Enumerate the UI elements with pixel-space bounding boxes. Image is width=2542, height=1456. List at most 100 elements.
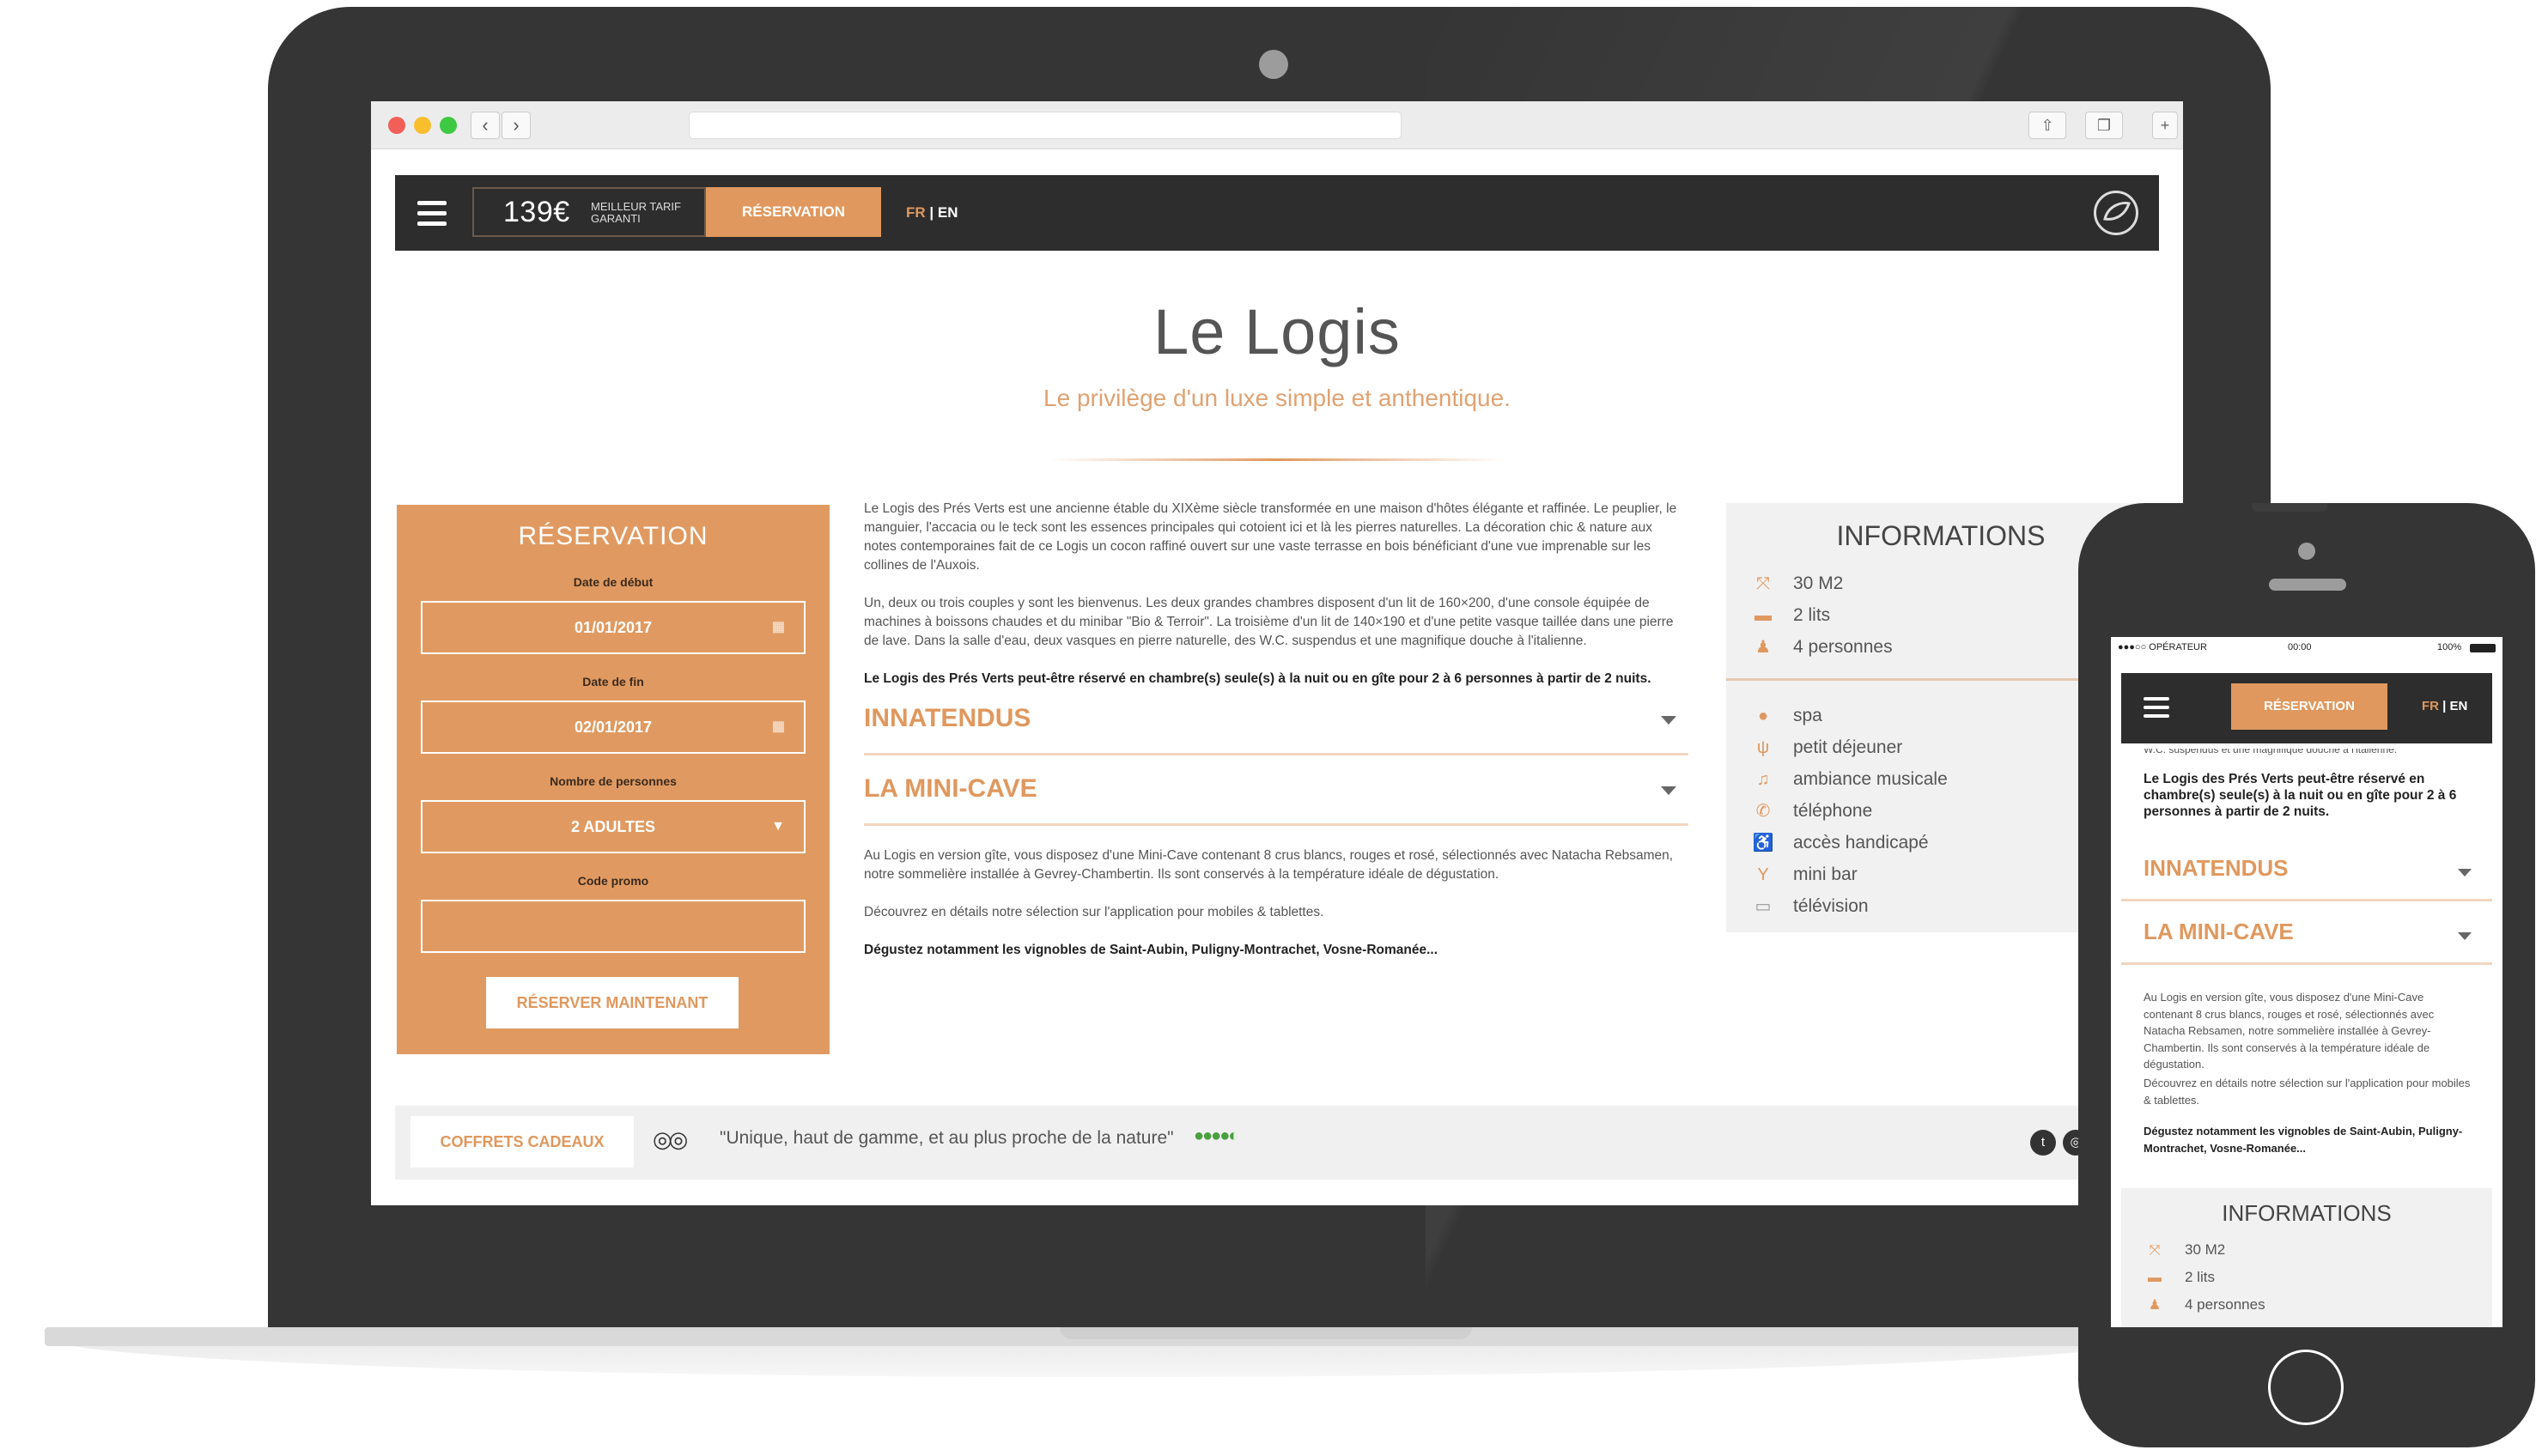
accordion-mini-cave[interactable]: LA MINI-CAVE (864, 755, 1688, 826)
gift-box-button[interactable]: COFFRETS CADEAUX (410, 1116, 634, 1168)
persons-value: 2 ADULTES (570, 818, 655, 835)
leaf-logo-icon[interactable] (2094, 191, 2138, 235)
menu-icon[interactable] (2144, 697, 2169, 718)
accordion-title: LA MINI-CAVE (864, 774, 1037, 803)
accordion-mini-cave[interactable]: LA MINI-CAVE (2121, 903, 2492, 965)
phone-screen: ●●●○○ OPÉRATEUR 00:00 100% RÉSERVATION F… (2111, 637, 2502, 1327)
informations-panel: INFORMATIONS ⤧ 30 M2 ▬ 2 lits ♟ 4 personnes (2121, 1188, 2492, 1327)
main-content: Le Logis des Prés Verts est une ancienne… (864, 500, 1688, 979)
price-box: 139€ MEILLEUR TARIF GARANTI (472, 187, 706, 237)
accordion-title: INNATENDUS (2144, 855, 2289, 881)
clipped-text: W.C. suspendus et une magnifique douche … (2144, 749, 2398, 755)
lang-fr[interactable]: FR (906, 204, 926, 221)
info-row: ♟ 4 personnes (1752, 632, 1893, 663)
info-row: ⤧ 30 M2 (2145, 1236, 2226, 1264)
rooms-paragraph: Un, deux ou trois couples y sont les bie… (864, 596, 1674, 648)
review-quote: "Unique, haut de gamme, et au plus proch… (720, 1128, 1174, 1148)
info-row: ♫ ambiance musicale (1752, 764, 1948, 795)
cave-paragraph: Au Logis en version gîte, vous disposez … (864, 848, 1674, 882)
home-button[interactable] (2268, 1350, 2344, 1425)
music-icon: ♫ (1756, 770, 1770, 789)
info-row: ♟ 4 personnes (2145, 1291, 2265, 1319)
accordion-innatendus[interactable]: INNATENDUS (864, 685, 1688, 755)
accordion-innatendus[interactable]: INNATENDUS (2121, 840, 2492, 901)
phone-icon: ✆ (1755, 802, 1771, 821)
app-paragraph: Découvrez en détails notre sélection sur… (2144, 1077, 2471, 1107)
info-row: ▬ 2 lits (1752, 600, 1830, 631)
book-now-button[interactable]: RÉSERVER MAINTENANT (486, 977, 739, 1028)
promo-code-input[interactable] (421, 900, 806, 953)
accordion-title: LA MINI-CAVE (2144, 919, 2294, 944)
footer-band: COFFRETS CADEAUX ◎◎ "Unique, haut de gam… (395, 1106, 2183, 1180)
phone-camera (2298, 543, 2315, 560)
laptop-screen: ‹ › ⇧ ❐ + 139€ MEILLEUR TARIF GARANTI RÉ… (371, 101, 2183, 1205)
bed-icon: ▬ (2148, 1271, 2162, 1285)
phone-speaker (2269, 579, 2346, 591)
calendar-icon: ▦ (771, 719, 785, 734)
cocktail-icon: Y (1757, 865, 1769, 884)
price-note: MEILLEUR TARIF GARANTI (591, 200, 681, 225)
lang-separator: | (2442, 699, 2447, 713)
lang-separator: | (929, 204, 934, 221)
twitter-icon[interactable]: t (2030, 1130, 2056, 1156)
maximize-window-button[interactable] (440, 117, 457, 134)
back-icon[interactable]: ‹ (471, 112, 500, 139)
minimize-window-button[interactable] (414, 117, 431, 134)
end-date-field[interactable]: 02/01/2017 ▦ (421, 701, 806, 754)
people-icon: ♟ (1755, 638, 1771, 657)
chevron-down-icon: ▼ (771, 819, 785, 834)
phone-frame: ●●●○○ OPÉRATEUR 00:00 100% RÉSERVATION F… (2078, 503, 2535, 1447)
price: 139€ (503, 196, 570, 228)
language-switch: FR | EN (2422, 699, 2467, 713)
forward-icon[interactable]: › (502, 112, 531, 139)
description-paragraph: Le Logis des Prés Verts est une ancienne… (864, 501, 1677, 573)
expand-icon: ⤧ (1756, 574, 1770, 593)
drop-icon: ● (1757, 707, 1769, 725)
page-title: Le Logis (1153, 296, 1401, 367)
lang-en[interactable]: EN (2450, 699, 2468, 713)
laptop-notch (1060, 1327, 1472, 1339)
new-tab-icon[interactable]: + (2152, 112, 2178, 139)
lang-en[interactable]: EN (938, 204, 958, 221)
info-row: ⤧ 30 M2 (1752, 568, 1843, 599)
tripadvisor-icon[interactable]: ◎◎ (653, 1126, 688, 1153)
battery-level: 100% (2437, 642, 2462, 652)
app-paragraph: Découvrez en détails notre sélection sur… (864, 905, 1324, 919)
reservation-button[interactable]: RÉSERVATION (2231, 683, 2387, 730)
tabs-icon[interactable]: ❐ (2085, 112, 2123, 139)
page-subtitle: Le privilège d'un luxe simple et anthent… (1043, 385, 1511, 411)
informations-title: INFORMATIONS (2222, 1200, 2392, 1226)
menu-icon[interactable] (417, 201, 447, 226)
wheelchair-icon: ♿ (1752, 834, 1774, 852)
share-icon[interactable]: ⇧ (2028, 112, 2066, 139)
clock: 00:00 (2288, 642, 2312, 652)
address-bar[interactable] (689, 112, 1402, 139)
end-date-value: 02/01/2017 (574, 719, 653, 736)
info-row: Ymini bar (1752, 859, 1857, 890)
reservation-button[interactable]: RÉSERVATION (706, 187, 881, 237)
chevron-down-icon (1661, 786, 1676, 795)
accordion-title: INNATENDUS (864, 704, 1031, 732)
vineyards-paragraph: Dégustez notamment les vignobles de Sain… (2144, 1125, 2463, 1155)
tv-icon: ▭ (1754, 897, 1772, 916)
info-row: ✆ téléphone (1752, 796, 1873, 827)
rating-dots: ●●●●◐ (1194, 1126, 1238, 1145)
promo-label: Code promo (577, 874, 649, 888)
title-divider (1049, 458, 1505, 461)
cutlery-icon: ψ (1756, 738, 1770, 757)
reservation-title: RÉSERVATION (518, 522, 708, 550)
mobile-header: RÉSERVATION FR | EN (2121, 673, 2492, 743)
info-row: ● spa (1752, 701, 1822, 731)
info-row: ▬ 2 lits (2145, 1264, 2215, 1291)
battery-icon (2470, 644, 2496, 652)
start-date-field[interactable]: 01/01/2017 ▦ (421, 601, 806, 654)
people-icon: ♟ (2148, 1298, 2162, 1313)
close-window-button[interactable] (388, 117, 405, 134)
lang-fr[interactable]: FR (2422, 699, 2439, 713)
persons-select[interactable]: 2 ADULTES ▼ (421, 800, 806, 853)
chevron-down-icon (2458, 932, 2472, 940)
booking-paragraph: Le Logis des Prés Verts peut-être réserv… (2144, 772, 2457, 819)
info-row: ▭ télévision (1752, 891, 1869, 922)
info-row: ♿ accès handicapé (1752, 828, 1929, 858)
language-switch: FR | EN (906, 204, 958, 221)
